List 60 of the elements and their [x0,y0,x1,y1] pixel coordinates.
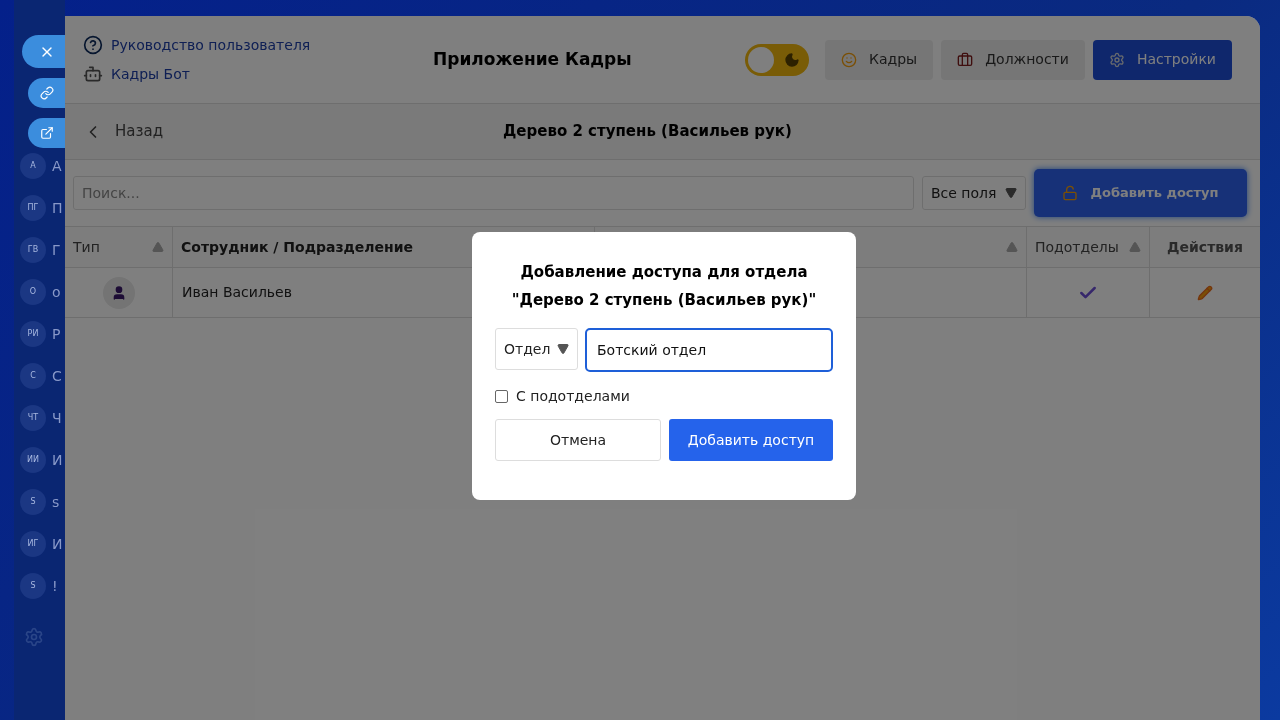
cancel-button[interactable]: Отмена [495,419,661,461]
sidebar-item[interactable]: С [52,365,62,387]
column-header[interactable]: Тип [65,227,173,267]
nav-tab[interactable]: Должности [941,39,1085,80]
column-header[interactable]: Действия [1150,227,1260,267]
external-link-icon [40,126,54,140]
avatar[interactable]: ИГ [20,531,46,557]
sidebar-item[interactable]: И [52,449,63,471]
avatar[interactable]: S [20,489,46,515]
sidebar-item[interactable]: Г [52,239,61,261]
avatar[interactable]: О [20,279,46,305]
avatar[interactable]: ИИ [20,447,46,473]
link-icon [40,86,54,100]
person-icon [102,276,135,309]
header-link[interactable]: Кадры Бот [83,63,433,85]
add-access-button[interactable]: Добавить доступ [669,419,833,461]
column-header[interactable]: Подотделы [1027,227,1150,267]
page-title: Дерево 2 ступень (Васильев рук) [503,121,792,143]
avatar[interactable]: A [20,153,46,179]
nav-tab[interactable]: Кадры [825,39,934,80]
app-title: Приложение Кадры [433,47,633,71]
link-button[interactable] [28,78,65,108]
avatar[interactable]: РИ [20,321,46,347]
caret-icon [1005,187,1017,199]
settings-icon [1108,51,1125,68]
avatar[interactable]: ЧТ [20,405,46,431]
search-field[interactable]: Поиск... [73,176,914,210]
sidebar-item[interactable]: П [52,197,63,219]
subdivisions-checkbox[interactable]: С подотделами [495,386,630,407]
theme-toggle[interactable] [745,43,809,76]
sidebar-item[interactable]: s [52,491,60,513]
sidebar-item[interactable]: Р [52,323,61,345]
sidebar-item[interactable]: о [52,281,61,303]
avatar[interactable]: ПГ [20,195,46,221]
type-select[interactable]: Отдел [495,328,578,370]
external-link-button[interactable] [28,118,65,148]
face-icon [841,51,857,68]
unlocked-padlock-icon [1062,185,1079,201]
briefcase-icon [957,51,974,68]
sidebar-item[interactable]: И [52,533,63,555]
nav-tab[interactable]: Настройки [1092,39,1232,80]
sort-arrow-icon [1006,241,1018,253]
caret-icon [557,343,569,355]
sort-arrow-icon [1129,241,1141,253]
help-icon [83,35,103,55]
avatar[interactable]: ГВ [20,237,46,263]
avatar[interactable]: С [20,363,46,389]
robot-icon [83,64,103,84]
header-link[interactable]: Руководство пользователя [83,34,433,56]
department-input[interactable]: Ботский отдел [585,328,833,372]
add-access-button[interactable]: Добавить доступ [1034,169,1247,217]
back-button[interactable]: Назад [83,120,503,143]
close-button[interactable] [22,35,65,68]
sidebar-item[interactable]: ! [52,575,58,597]
moon-icon [784,51,800,68]
sort-arrow-icon [152,241,164,253]
sidebar-item[interactable]: Ч [52,407,62,429]
filter-dropdown[interactable]: Все поля [922,176,1026,210]
sidebar-item[interactable]: А [52,155,62,177]
avatar[interactable]: S [20,573,46,599]
